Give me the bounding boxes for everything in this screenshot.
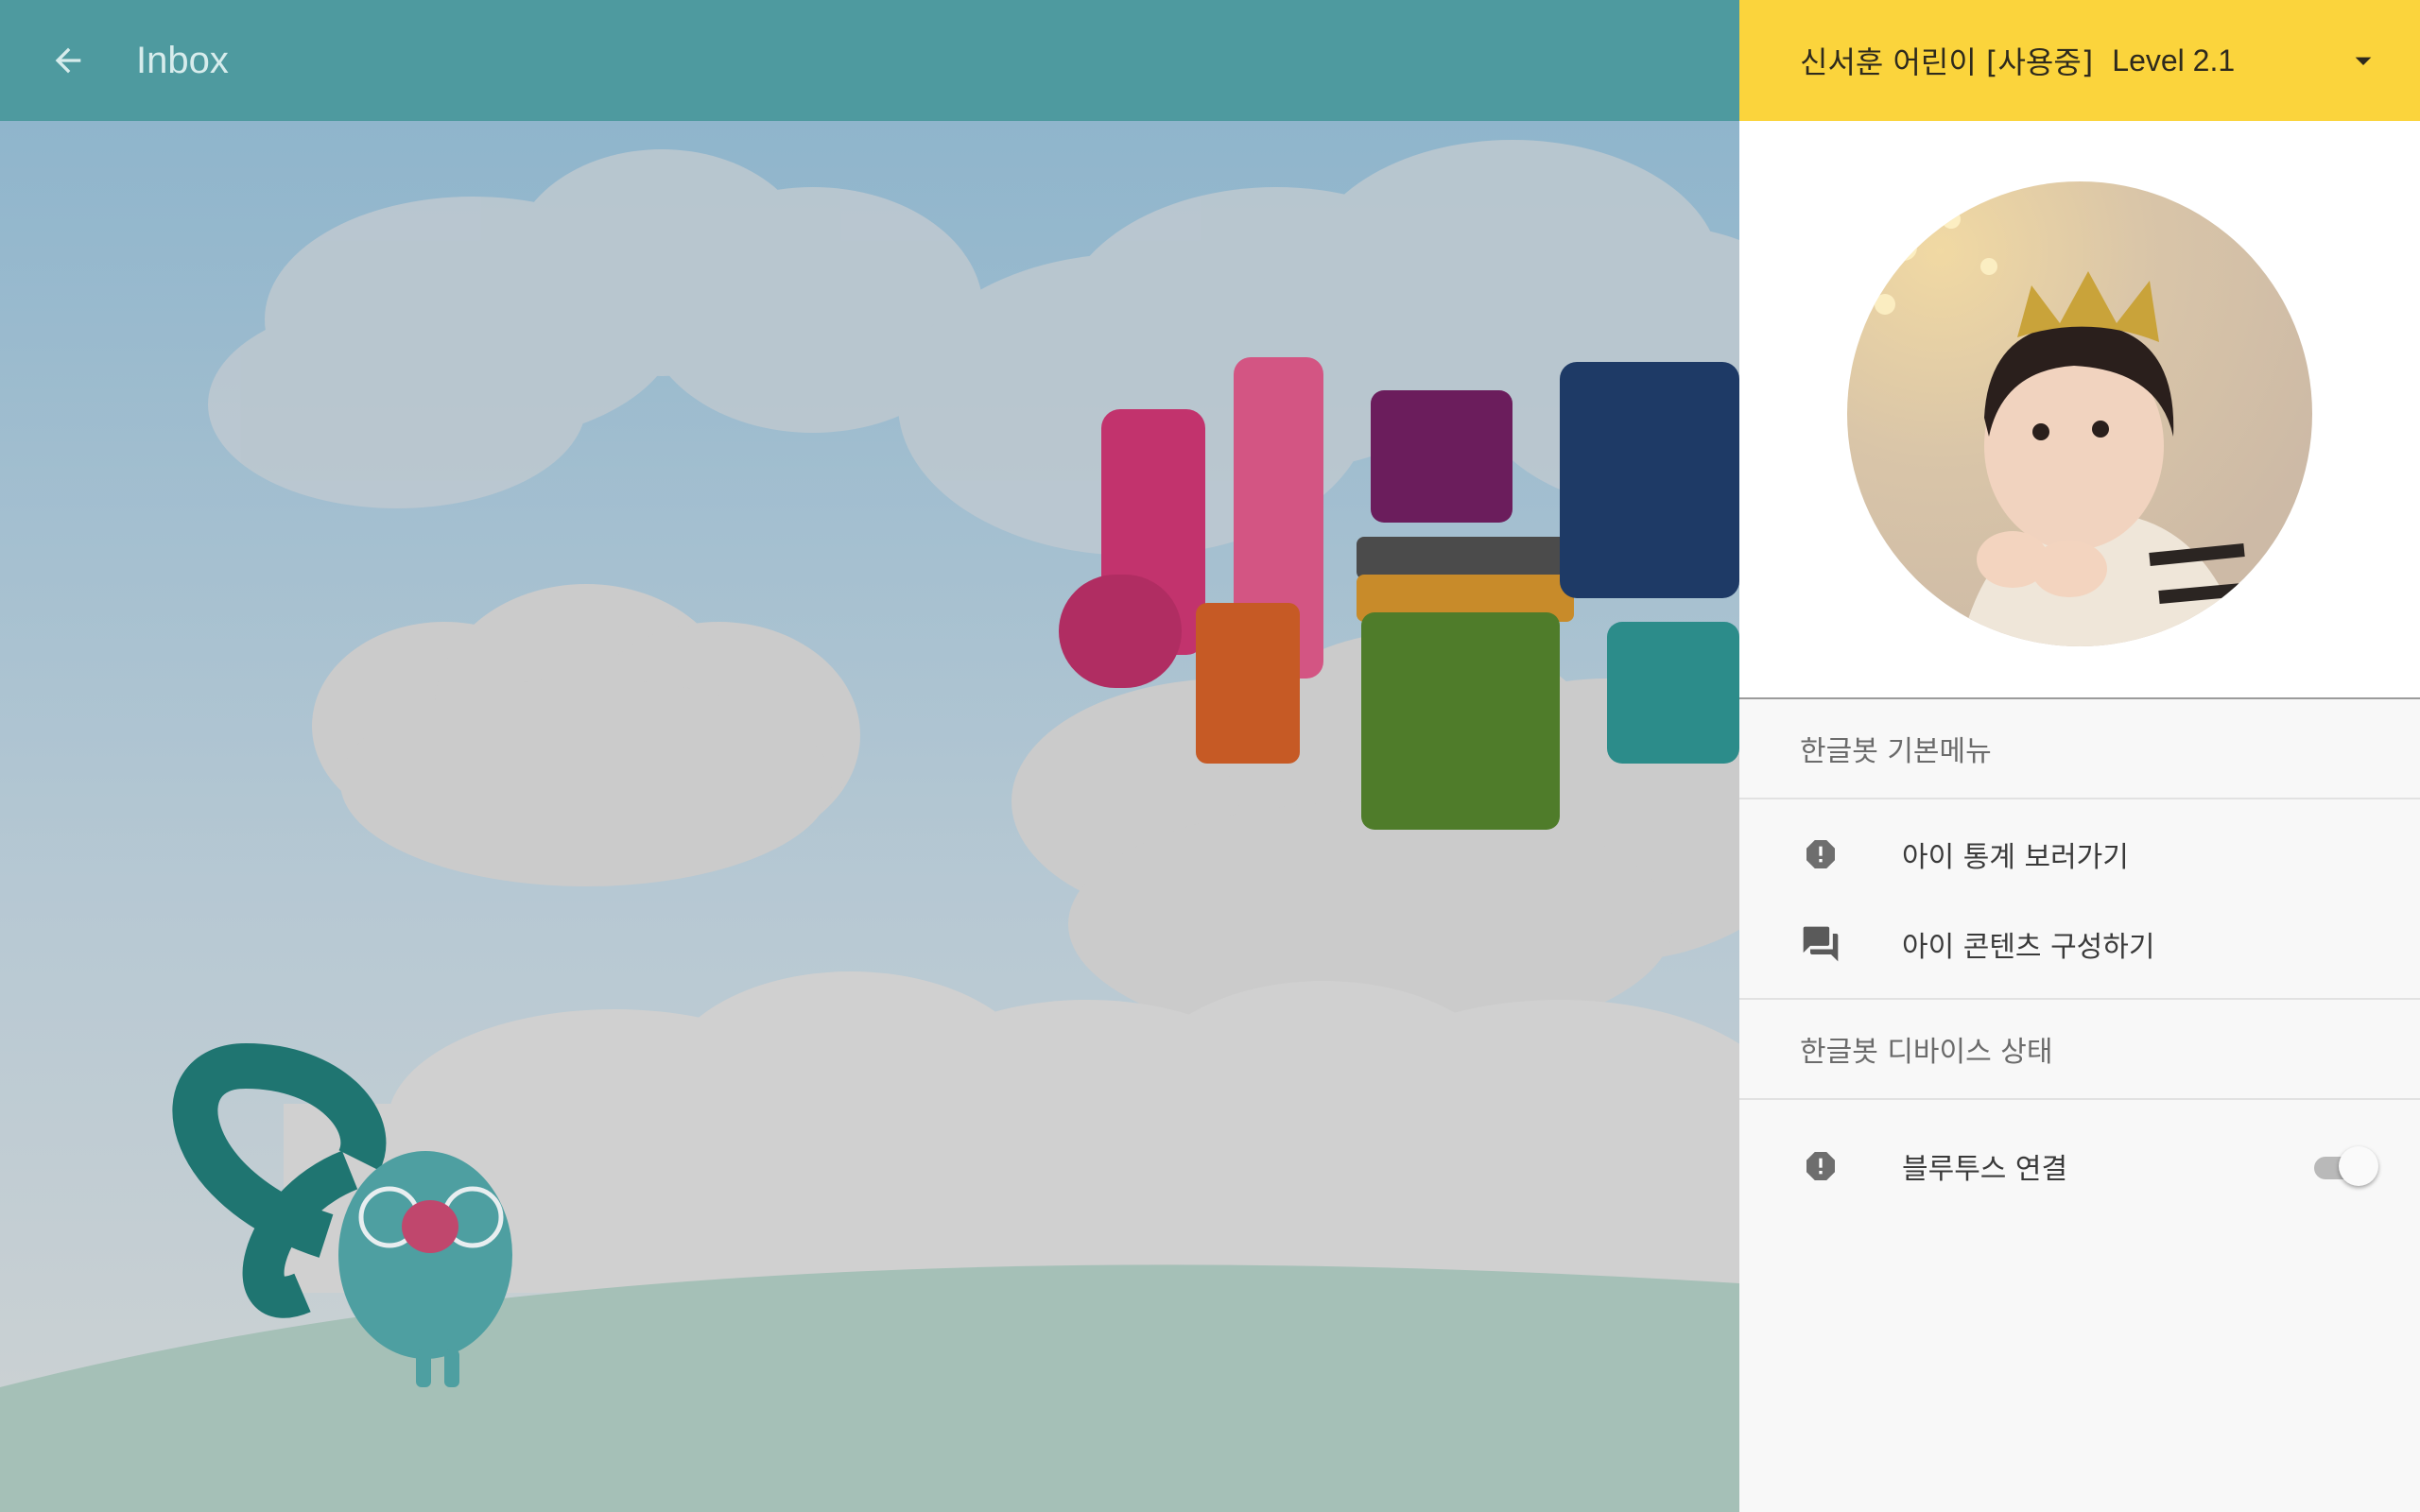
app-bar-title: Inbox xyxy=(136,39,229,81)
background-illustration xyxy=(0,121,1739,1512)
navigation-drawer: 신서훈 어린이 [사용중] Level 2.1 한글봇 기본메뉴 아이 통계 보… xyxy=(1739,0,2420,1512)
section-title-device-status: 한글봇 디바이스 상태 xyxy=(1739,1000,2420,1100)
basic-menu-list: 아이 통계 보러가기 아이 콘텐츠 구성하기 xyxy=(1739,799,2420,1000)
app-root: Inbox 신서훈 어린이 [사용중] Level 2.1 한글봇 기본메뉴 아… xyxy=(0,0,2420,1512)
arrow-drop-down-icon[interactable] xyxy=(2344,42,2382,79)
alert-icon xyxy=(1800,833,1841,875)
back-button[interactable] xyxy=(34,26,102,94)
menu-item-child-content[interactable]: 아이 콘텐츠 구성하기 xyxy=(1739,899,2420,988)
app-bar: Inbox xyxy=(0,0,1739,121)
toggle-thumb xyxy=(2339,1146,2378,1186)
arrow-back-icon xyxy=(55,47,81,74)
account-selector[interactable]: 신서훈 어린이 [사용중] Level 2.1 xyxy=(1739,0,2420,121)
menu-item-label: 아이 통계 보러가기 xyxy=(1902,840,2129,874)
bluetooth-row: 블루투스 연결 xyxy=(1739,1100,2420,1232)
avatar[interactable] xyxy=(1847,181,2312,646)
account-name: 신서훈 어린이 [사용중] xyxy=(1800,44,2094,80)
menu-item-child-stats[interactable]: 아이 통계 보러가기 xyxy=(1739,809,2420,899)
account-level: Level 2.1 xyxy=(2112,43,2236,77)
bluetooth-label: 블루투스 연결 xyxy=(1902,1153,2068,1186)
menu-item-label: 아이 콘텐츠 구성하기 xyxy=(1902,930,2155,964)
profile-area xyxy=(1739,121,2420,699)
chat-icon xyxy=(1800,923,1841,965)
alert-icon xyxy=(1800,1145,1841,1187)
section-title-basic-menu: 한글봇 기본메뉴 xyxy=(1739,699,2420,799)
bluetooth-toggle[interactable] xyxy=(2310,1145,2378,1187)
